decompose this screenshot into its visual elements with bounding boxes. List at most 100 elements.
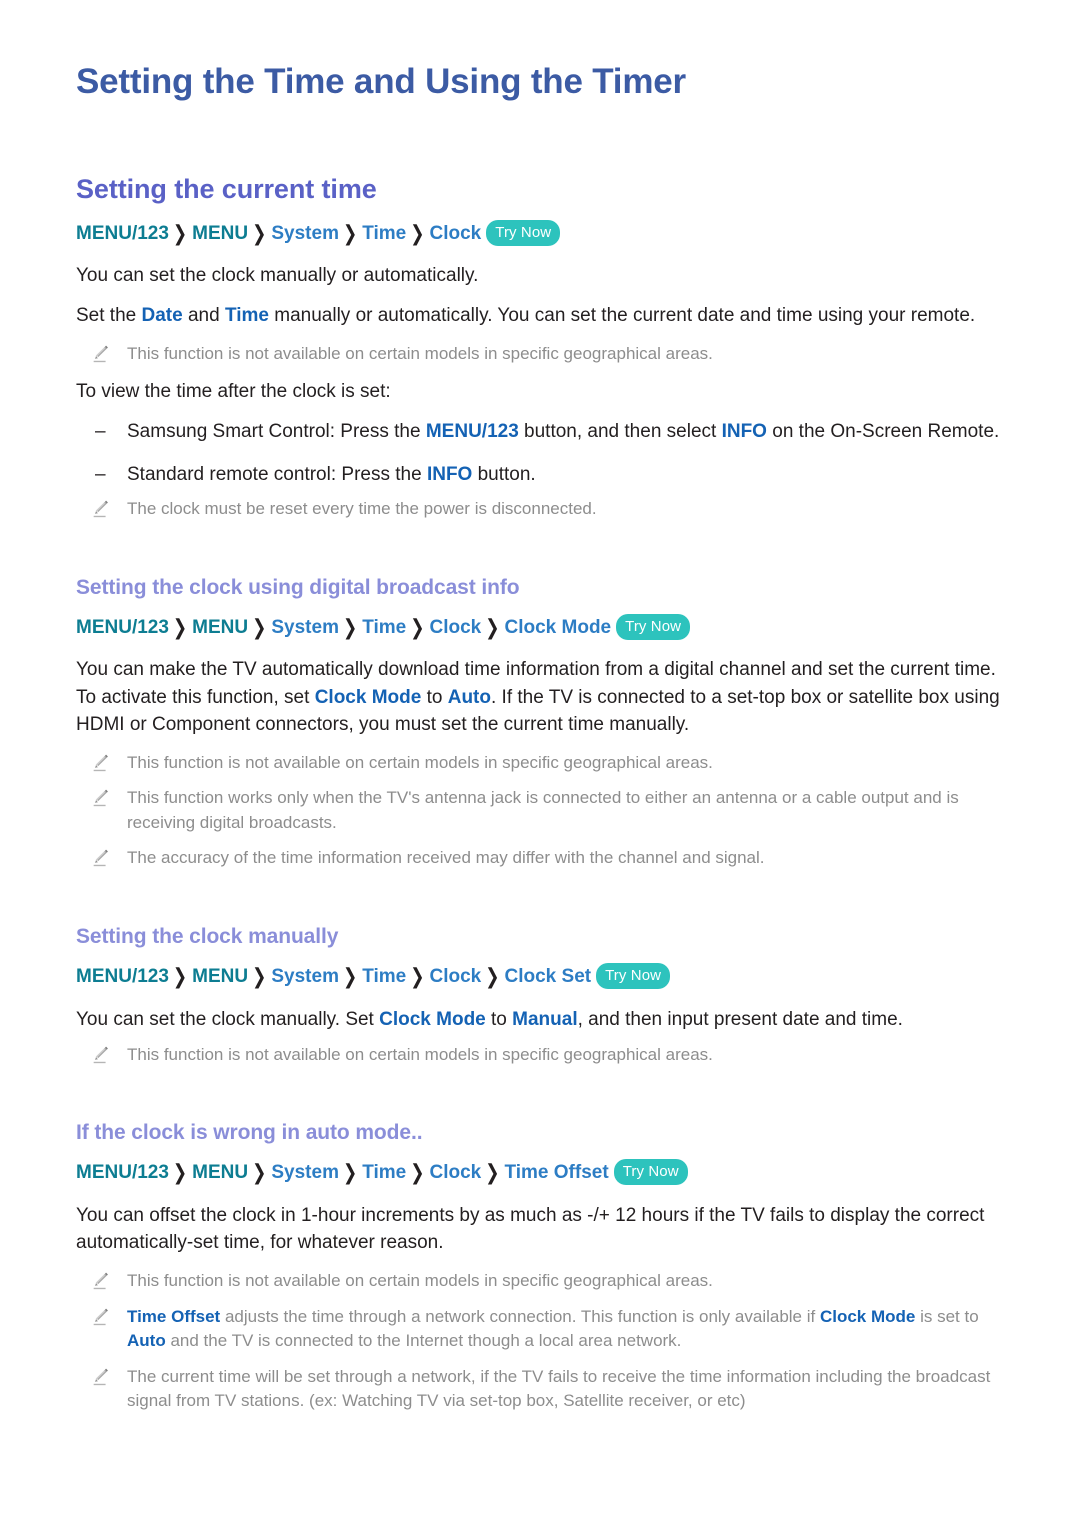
try-now-badge[interactable]: Try Now xyxy=(486,219,561,246)
note-text: This function is not available on certai… xyxy=(127,1271,713,1291)
breadcrumb-item-system[interactable]: System xyxy=(271,966,339,987)
chevron-right-icon: ❯ xyxy=(252,221,267,245)
note-antenna-requirement: This function works only when the TV's a… xyxy=(76,786,1018,835)
chevron-right-icon: ❯ xyxy=(252,964,267,989)
breadcrumb-current-time: MENU/123 ❯ MENU ❯ System ❯ Time ❯ Clock Try Now xyxy=(76,219,1018,249)
text-fragment: Samsung Smart Control: Press the xyxy=(127,421,426,443)
paragraph-set-clock-manually: You can set the clock manually. Set Cloc… xyxy=(76,1006,1006,1033)
note-geographical-availability: This function is not available on certai… xyxy=(76,1043,1018,1067)
term-menu123: MENU/123 xyxy=(425,421,519,443)
term-auto: Auto xyxy=(447,686,491,708)
pencil-icon xyxy=(90,752,112,774)
chevron-right-icon: ❯ xyxy=(485,964,500,989)
dash-bullet: – xyxy=(95,421,106,443)
paragraph-view-time: To view the time after the clock is set: xyxy=(76,380,391,402)
breadcrumb-item-clock[interactable]: Clock xyxy=(430,1162,482,1183)
note-current-time-network: The current time will be set through a n… xyxy=(76,1365,1018,1414)
text-fragment: button. xyxy=(472,464,536,486)
paragraph-offset-clock: You can offset the clock in 1-hour incre… xyxy=(76,1204,985,1253)
breadcrumb-item-menu[interactable]: MENU xyxy=(192,966,248,987)
section-heading-current-time: Setting the current time xyxy=(76,174,377,205)
breadcrumb-item-menu[interactable]: MENU xyxy=(192,617,248,638)
section-heading-digital-broadcast: Setting the clock using digital broadcas… xyxy=(76,575,520,599)
list-item-smart-control: – Samsung Smart Control: Press the MENU/1… xyxy=(76,418,1018,445)
breadcrumb-item-clock[interactable]: Clock xyxy=(430,223,482,244)
chevron-right-icon: ❯ xyxy=(172,1160,188,1185)
pencil-icon xyxy=(90,498,112,520)
try-now-badge[interactable]: Try Now xyxy=(596,963,671,990)
term-info: INFO xyxy=(721,421,767,443)
list-item-standard-remote: – Standard remote control: Press the INFO… xyxy=(76,461,1018,488)
page-title: Setting the Time and Using the Timer xyxy=(76,62,686,101)
try-now-badge[interactable]: Try Now xyxy=(616,613,691,640)
chevron-right-icon: ❯ xyxy=(252,615,267,640)
pencil-icon xyxy=(90,847,112,869)
breadcrumb-item-system[interactable]: System xyxy=(271,223,339,244)
text-fragment: and the TV is connected to the Internet … xyxy=(165,1331,682,1351)
section-wrong-clock-auto-mode: If the clock is wrong in auto mode.. MEN… xyxy=(76,1120,1018,1413)
breadcrumb-item-menu123[interactable]: MENU/123 xyxy=(76,1162,169,1183)
note-geographical-availability: This function is not available on certai… xyxy=(76,342,1018,366)
breadcrumb-item-time[interactable]: Time xyxy=(362,1162,406,1183)
chevron-right-icon: ❯ xyxy=(172,221,188,245)
chevron-right-icon: ❯ xyxy=(252,1160,267,1185)
term-manual: Manual xyxy=(512,1008,578,1030)
term-clock-mode: Clock Mode xyxy=(819,1306,916,1326)
breadcrumb-item-clock-mode[interactable]: Clock Mode xyxy=(505,617,612,638)
note-time-offset-network: Time Offset adjusts the time through a n… xyxy=(76,1305,1018,1354)
text-fragment: , and then input present date and time. xyxy=(577,1008,903,1030)
note-text: This function is not available on certai… xyxy=(127,1044,713,1064)
pencil-icon xyxy=(90,1044,112,1066)
pencil-icon xyxy=(90,343,112,365)
breadcrumb-item-menu[interactable]: MENU xyxy=(192,1162,248,1183)
chevron-right-icon: ❯ xyxy=(342,1160,358,1185)
text-fragment: and xyxy=(182,305,225,327)
pencil-icon xyxy=(90,787,112,809)
note-text: The accuracy of the time information rec… xyxy=(127,848,765,868)
chevron-right-icon: ❯ xyxy=(172,615,188,640)
chevron-right-icon: ❯ xyxy=(410,615,425,640)
chevron-right-icon: ❯ xyxy=(172,964,188,989)
note-text: This function is not available on certai… xyxy=(127,752,713,772)
chevron-right-icon: ❯ xyxy=(485,1160,500,1185)
chevron-right-icon: ❯ xyxy=(410,964,425,989)
section-setting-current-time: Setting the current time MENU/123 ❯ MENU ❯ S… xyxy=(76,173,1018,522)
text-fragment: Standard remote control: Press the xyxy=(127,464,427,486)
breadcrumb-item-time-offset[interactable]: Time Offset xyxy=(505,1162,609,1183)
note-text: This function is not available on certai… xyxy=(127,344,713,364)
breadcrumb-item-system[interactable]: System xyxy=(271,1162,339,1183)
breadcrumb-item-time[interactable]: Time xyxy=(362,223,406,244)
paragraph-set-date-time: Set the Date and Time manually or automa… xyxy=(76,302,1006,329)
text-fragment: on the On-Screen Remote. xyxy=(766,421,1000,443)
breadcrumb-wrong-clock: MENU/123 ❯ MENU ❯ System ❯ Time ❯ Clock ❯ Time Off… xyxy=(76,1159,1018,1188)
try-now-badge[interactable]: Try Now xyxy=(613,1159,688,1186)
list-view-time-methods: – Samsung Smart Control: Press the MENU/1… xyxy=(76,418,1018,488)
breadcrumb-item-menu123[interactable]: MENU/123 xyxy=(76,223,169,244)
breadcrumb-item-time[interactable]: Time xyxy=(362,617,406,638)
text-fragment: to xyxy=(421,686,448,708)
term-auto: Auto xyxy=(127,1331,166,1351)
note-geographical-availability: This function is not available on certai… xyxy=(76,1269,1018,1293)
section-heading-manual-clock: Setting the clock manually xyxy=(76,924,339,948)
breadcrumb-item-clock[interactable]: Clock xyxy=(430,966,482,987)
note-clock-reset-power: The clock must be reset every time the p… xyxy=(76,497,1018,521)
text-fragment: button, and then select xyxy=(518,421,722,443)
text-fragment: to xyxy=(485,1008,513,1030)
breadcrumb-item-menu123[interactable]: MENU/123 xyxy=(76,966,169,987)
chevron-right-icon: ❯ xyxy=(410,1160,425,1185)
term-clock-mode: Clock Mode xyxy=(379,1008,486,1030)
breadcrumb-item-system[interactable]: System xyxy=(271,617,339,638)
breadcrumb-item-menu[interactable]: MENU xyxy=(192,223,248,244)
term-time: Time xyxy=(224,305,269,327)
text-fragment: Set the xyxy=(76,305,142,327)
term-info: INFO xyxy=(426,464,473,486)
section-digital-broadcast: Setting the clock using digital broadcas… xyxy=(76,575,1018,871)
breadcrumb-item-clock[interactable]: Clock xyxy=(430,617,482,638)
breadcrumb-item-clock-set[interactable]: Clock Set xyxy=(505,966,592,987)
dash-bullet: – xyxy=(95,464,106,486)
note-text: The current time will be set through a n… xyxy=(127,1366,991,1411)
breadcrumb-item-time[interactable]: Time xyxy=(362,966,406,987)
text-fragment: You can set the clock manually. Set xyxy=(76,1008,380,1030)
breadcrumb-item-menu123[interactable]: MENU/123 xyxy=(76,617,169,638)
